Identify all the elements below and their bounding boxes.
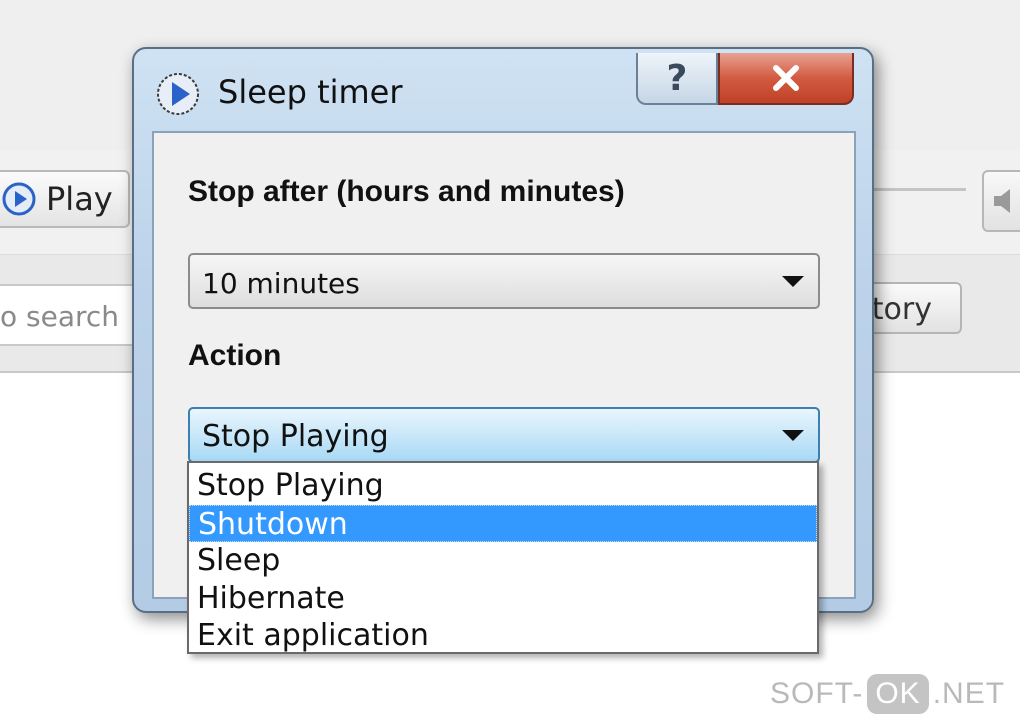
dropdown-option-exit-application[interactable]: Exit application [189, 617, 817, 655]
close-button[interactable] [718, 53, 854, 105]
play-icon [157, 73, 199, 115]
dropdown-option-hibernate[interactable]: Hibernate [189, 580, 817, 618]
speaker-icon [994, 189, 1010, 213]
help-button[interactable]: ? [636, 53, 718, 105]
volume-button[interactable] [982, 170, 1020, 232]
watermark-prefix: SOFT- [770, 677, 864, 710]
action-dropdown-list: Stop Playing Shutdown Sleep Hibernate Ex… [187, 461, 819, 654]
duration-select[interactable]: 10 minutes [188, 253, 820, 309]
action-select[interactable]: Stop Playing [188, 407, 820, 463]
dropdown-option-stop-playing[interactable]: Stop Playing [189, 467, 817, 505]
duration-label: Stop after (hours and minutes) [188, 175, 625, 208]
dropdown-option-shutdown[interactable]: Shutdown [189, 504, 817, 542]
dialog-title: Sleep timer [218, 73, 403, 111]
search-input[interactable]: o search [0, 284, 138, 346]
close-icon [773, 65, 799, 91]
history-button[interactable]: tory [860, 282, 962, 334]
seek-slider[interactable] [870, 188, 966, 191]
dropdown-option-sleep[interactable]: Sleep [189, 542, 817, 580]
chevron-down-icon [782, 276, 804, 287]
play-button-label: Play [46, 180, 113, 218]
watermark: SOFT- OK .NET [770, 674, 1005, 714]
help-icon: ? [666, 57, 688, 99]
watermark-ok: OK [867, 674, 929, 714]
chevron-down-icon [782, 430, 804, 441]
action-select-value: Stop Playing [202, 419, 389, 454]
play-icon [2, 182, 36, 216]
watermark-suffix: .NET [932, 677, 1006, 710]
action-label: Action [188, 339, 282, 372]
duration-select-value: 10 minutes [202, 267, 360, 300]
play-button[interactable]: Play [0, 170, 130, 228]
